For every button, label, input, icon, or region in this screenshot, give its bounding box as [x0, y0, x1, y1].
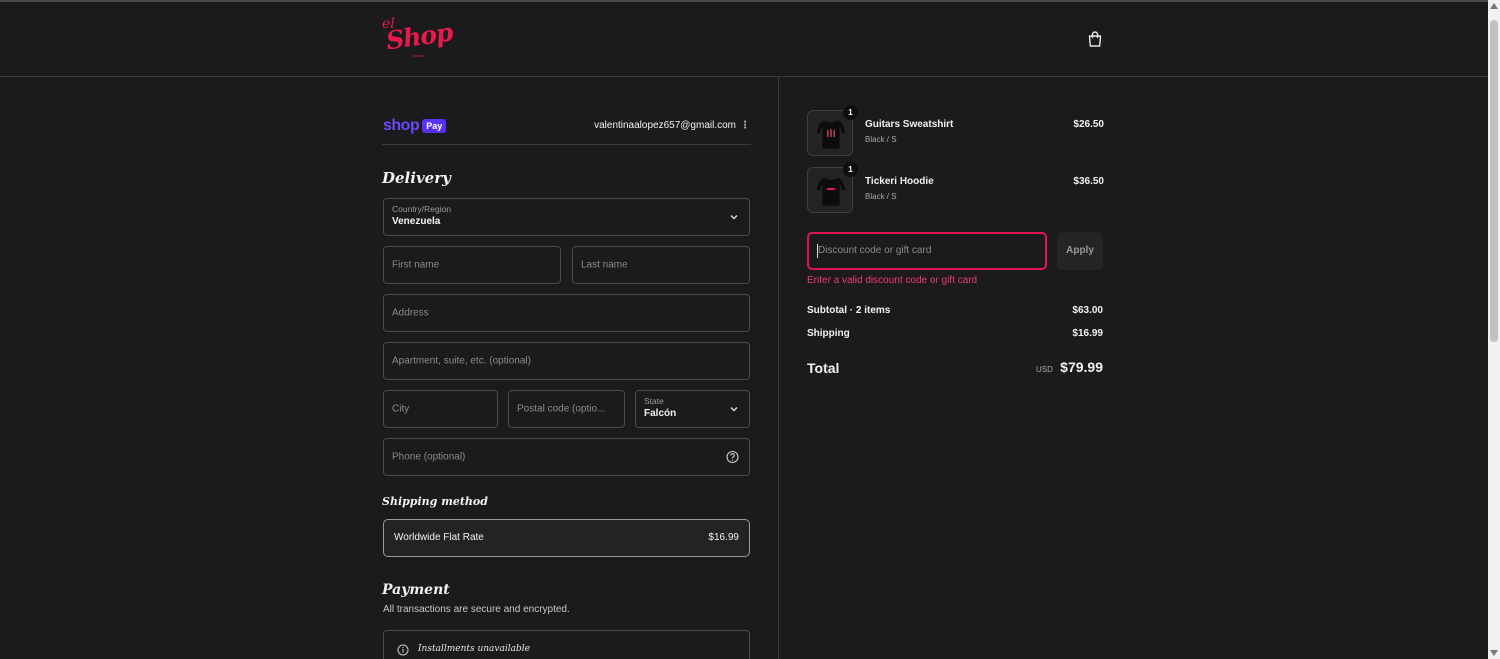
- total-value: $79.99: [1060, 359, 1103, 375]
- payment-subtitle: All transactions are secure and encrypte…: [383, 604, 570, 615]
- postal-code-placeholder: Postal code (optio...: [517, 403, 606, 415]
- chevron-down-icon: [730, 407, 738, 412]
- page-scrollbar[interactable]: [1488, 0, 1500, 659]
- first-name-field[interactable]: First name: [383, 246, 561, 284]
- country-label: Country/Region: [392, 204, 452, 214]
- shopping-bag-icon[interactable]: [1086, 30, 1104, 48]
- discount-error-message: Enter a valid discount code or gift card: [807, 275, 978, 286]
- subtotal-label: Subtotal · 2 items: [807, 305, 891, 316]
- cart-item: 1 Tickeri Hoodie Black / S $36.50: [807, 162, 1104, 215]
- last-name-placeholder: Last name: [581, 259, 628, 271]
- delivery-title: Delivery: [382, 169, 451, 187]
- last-name-field[interactable]: Last name: [572, 246, 750, 284]
- scroll-up-arrow-icon[interactable]: [1490, 3, 1498, 9]
- product-thumbnail: 1: [807, 162, 858, 213]
- info-icon: [397, 644, 409, 656]
- phone-placeholder: Phone (optional): [392, 451, 466, 463]
- shop-pay-logo: shop Pay: [383, 117, 447, 135]
- item-price: $26.50: [1073, 119, 1104, 130]
- item-price: $36.50: [1073, 176, 1104, 187]
- installments-text: Installments unavailable: [418, 644, 530, 654]
- address-placeholder: Address: [392, 307, 429, 319]
- city-field[interactable]: City: [383, 390, 498, 428]
- divider: [382, 144, 751, 145]
- first-name-placeholder: First name: [392, 259, 440, 271]
- hoodie-image: [815, 176, 847, 207]
- logo-text: Shop: [384, 17, 455, 56]
- subtotal-value: $63.00: [1072, 305, 1103, 316]
- shipping-option-price: $16.99: [708, 532, 739, 543]
- shop-pay-wordmark: shop: [383, 117, 420, 134]
- quantity-badge: 1: [843, 162, 858, 177]
- order-summary-panel: [779, 77, 1488, 659]
- help-circle-icon[interactable]: [726, 450, 739, 464]
- chevron-down-icon: [730, 215, 738, 220]
- account-email[interactable]: valentinaalopez657@gmail.com ⋮: [560, 120, 750, 131]
- postal-code-field[interactable]: Postal code (optio...: [508, 390, 625, 428]
- state-label: State: [644, 396, 664, 406]
- logo-sub: tickeri: [413, 53, 424, 58]
- store-logo[interactable]: el Shop tickeri: [382, 16, 454, 62]
- city-placeholder: City: [392, 403, 410, 415]
- email-text: valentinaalopez657@gmail.com: [594, 120, 736, 131]
- item-name: Tickeri Hoodie: [865, 176, 934, 187]
- cart-item: 1 Guitars Sweatshirt Black / S $26.50: [807, 105, 1104, 158]
- header: el Shop tickeri: [0, 2, 1488, 77]
- shop-pay-badge: Pay: [422, 119, 447, 133]
- discount-placeholder: Discount code or gift card: [818, 245, 932, 256]
- state-select[interactable]: State Falcón: [635, 390, 750, 428]
- phone-field[interactable]: Phone (optional): [383, 438, 750, 476]
- scrollbar-thumb[interactable]: [1490, 20, 1498, 342]
- country-value: Venezuela: [392, 216, 441, 227]
- item-variant: Black / S: [865, 135, 897, 144]
- payment-title: Payment: [382, 582, 450, 598]
- shipping-option-worldwide[interactable]: Worldwide Flat Rate $16.99: [383, 519, 750, 557]
- state-value: Falcón: [644, 408, 677, 419]
- apply-discount-button[interactable]: Apply: [1057, 232, 1103, 270]
- apartment-placeholder: Apartment, suite, etc. (optional): [392, 355, 531, 367]
- shipping-value: $16.99: [1072, 328, 1103, 339]
- item-name: Guitars Sweatshirt: [865, 119, 954, 130]
- shipping-option-name: Worldwide Flat Rate: [394, 532, 484, 543]
- total-label: Total: [807, 360, 840, 376]
- item-variant: Black / S: [865, 192, 897, 201]
- apartment-field[interactable]: Apartment, suite, etc. (optional): [383, 342, 750, 380]
- quantity-badge: 1: [843, 105, 858, 120]
- address-field[interactable]: Address: [383, 294, 750, 332]
- discount-code-input[interactable]: Discount code or gift card: [807, 232, 1047, 270]
- sweatshirt-image: [815, 119, 847, 150]
- country-select[interactable]: Country/Region Venezuela: [383, 198, 750, 236]
- scroll-down-arrow-icon[interactable]: [1490, 650, 1498, 656]
- product-thumbnail: 1: [807, 105, 858, 156]
- total-currency: USD: [1036, 365, 1053, 374]
- more-options-icon[interactable]: ⋮: [740, 120, 750, 131]
- shipping-label: Shipping: [807, 328, 850, 339]
- shipping-method-title: Shipping method: [382, 495, 488, 508]
- installments-notice: Installments unavailable: [383, 630, 750, 659]
